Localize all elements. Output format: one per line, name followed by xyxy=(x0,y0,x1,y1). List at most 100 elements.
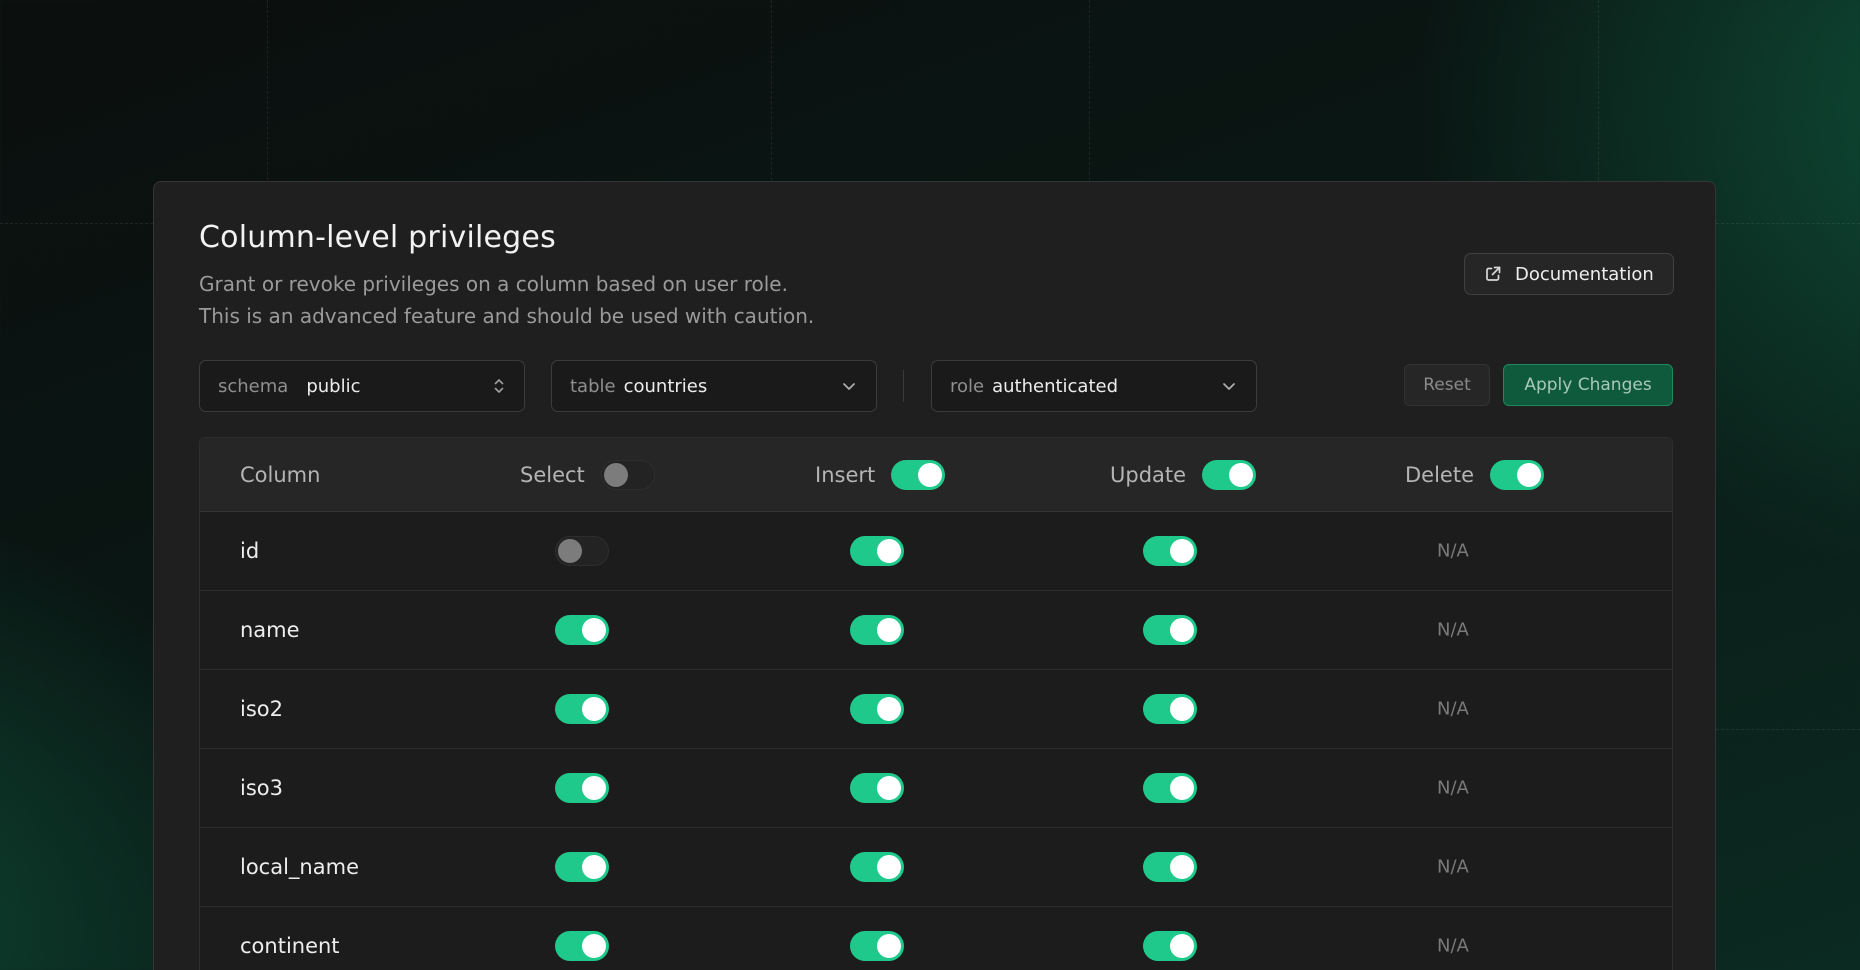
table-select-label: table xyxy=(570,375,616,397)
page-title: Column-level privileges xyxy=(199,220,556,255)
select-privilege-toggle[interactable] xyxy=(555,931,609,961)
schema-select-value: public xyxy=(306,375,361,397)
table-select[interactable]: table countries xyxy=(551,360,877,412)
chevron-down-icon xyxy=(840,377,858,395)
toggle-knob xyxy=(1170,697,1194,721)
table-row: iso3 N/A xyxy=(200,749,1672,828)
column-privileges-panel: Column-level privileges Grant or revoke … xyxy=(153,181,1716,970)
update-privilege-toggle[interactable] xyxy=(1143,852,1197,882)
delete-privilege-na: N/A xyxy=(1437,856,1469,878)
background-grid-line xyxy=(0,223,153,224)
toggle-knob xyxy=(877,697,901,721)
column-name: iso3 xyxy=(240,776,283,800)
delete-privilege-na: N/A xyxy=(1437,935,1469,957)
toggle-knob xyxy=(877,539,901,563)
table-row: local_name N/A xyxy=(200,828,1672,907)
column-name: local_name xyxy=(240,855,359,879)
toggle-knob xyxy=(1229,462,1254,487)
schema-select-label: schema xyxy=(218,375,289,397)
reset-button[interactable]: Reset xyxy=(1404,364,1490,406)
header-insert: Insert xyxy=(815,459,946,490)
grid-header: Column Select Insert Update Delete xyxy=(200,438,1672,512)
filter-separator xyxy=(903,370,904,402)
toggle-knob xyxy=(582,855,606,879)
header-select-label: Select xyxy=(520,462,585,487)
toggle-knob xyxy=(1517,462,1541,487)
header-update-label: Update xyxy=(1110,462,1187,487)
background-grid-line xyxy=(1716,729,1860,730)
delete-privilege-na: N/A xyxy=(1437,698,1469,720)
header-insert-label: Insert xyxy=(815,462,876,487)
role-select-label: role xyxy=(950,375,985,397)
toggle-knob xyxy=(603,462,628,487)
delete-privilege-na: N/A xyxy=(1437,619,1469,641)
toggle-knob xyxy=(877,776,901,800)
insert-privilege-toggle[interactable] xyxy=(850,852,904,882)
toggle-knob xyxy=(877,855,901,879)
chevron-up-down-icon xyxy=(492,376,506,396)
toggle-knob xyxy=(918,462,943,487)
toggle-knob xyxy=(582,934,606,958)
background-grid-line xyxy=(771,0,772,180)
background-grid-line xyxy=(1716,223,1860,224)
toggle-knob xyxy=(877,618,901,642)
header-update: Update xyxy=(1110,459,1257,490)
table-row: iso2 N/A xyxy=(200,670,1672,749)
role-select-value: authenticated xyxy=(992,375,1119,397)
toggle-knob xyxy=(582,776,606,800)
column-name: id xyxy=(240,539,260,563)
header-column-label: Column xyxy=(240,462,321,487)
privileges-grid: Column Select Insert Update Delete id N/… xyxy=(199,437,1673,970)
toggle-knob xyxy=(1170,855,1194,879)
table-row: name N/A xyxy=(200,591,1672,670)
background-grid-line xyxy=(1089,0,1090,180)
background-grid-line xyxy=(1598,0,1599,180)
update-privilege-toggle[interactable] xyxy=(1143,931,1197,961)
header-delete-label: Delete xyxy=(1405,462,1474,487)
page-description-warning: This is an advanced feature and should b… xyxy=(199,304,815,328)
role-select[interactable]: role authenticated xyxy=(931,360,1257,412)
apply-changes-button[interactable]: Apply Changes xyxy=(1503,364,1673,406)
toggle-knob xyxy=(1170,618,1194,642)
update-all-toggle[interactable] xyxy=(1202,459,1257,490)
delete-privilege-na: N/A xyxy=(1437,777,1469,799)
column-name: continent xyxy=(240,934,340,958)
table-select-value: countries xyxy=(623,375,708,397)
select-privilege-toggle[interactable] xyxy=(555,773,609,803)
column-name: name xyxy=(240,618,300,642)
external-link-icon xyxy=(1483,264,1503,284)
background-grid-line xyxy=(267,0,268,180)
insert-privilege-toggle[interactable] xyxy=(850,773,904,803)
toggle-knob xyxy=(582,697,606,721)
delete-all-toggle[interactable] xyxy=(1490,459,1544,490)
toggle-knob xyxy=(582,618,606,642)
insert-privilege-toggle[interactable] xyxy=(850,694,904,724)
update-privilege-toggle[interactable] xyxy=(1143,773,1197,803)
select-privilege-toggle[interactable] xyxy=(555,852,609,882)
page-description: Grant or revoke privileges on a column b… xyxy=(199,272,788,296)
insert-all-toggle[interactable] xyxy=(891,459,946,490)
update-privilege-toggle[interactable] xyxy=(1143,694,1197,724)
toggle-knob xyxy=(558,539,582,563)
insert-privilege-toggle[interactable] xyxy=(850,536,904,566)
select-privilege-toggle[interactable] xyxy=(555,694,609,724)
header-select: Select xyxy=(520,459,655,490)
toggle-knob xyxy=(1170,776,1194,800)
schema-select[interactable]: schema public xyxy=(199,360,525,412)
column-name: iso2 xyxy=(240,697,283,721)
select-privilege-toggle[interactable] xyxy=(555,536,609,566)
update-privilege-toggle[interactable] xyxy=(1143,536,1197,566)
table-row: id N/A xyxy=(200,512,1672,591)
select-privilege-toggle[interactable] xyxy=(555,615,609,645)
delete-privilege-na: N/A xyxy=(1437,540,1469,562)
toggle-knob xyxy=(1170,934,1194,958)
table-row: continent N/A xyxy=(200,907,1672,970)
toggle-knob xyxy=(877,934,901,958)
insert-privilege-toggle[interactable] xyxy=(850,931,904,961)
documentation-button[interactable]: Documentation xyxy=(1464,253,1674,295)
insert-privilege-toggle[interactable] xyxy=(850,615,904,645)
documentation-button-label: Documentation xyxy=(1515,263,1654,285)
update-privilege-toggle[interactable] xyxy=(1143,615,1197,645)
header-delete: Delete xyxy=(1405,459,1544,490)
select-all-toggle[interactable] xyxy=(600,459,655,490)
